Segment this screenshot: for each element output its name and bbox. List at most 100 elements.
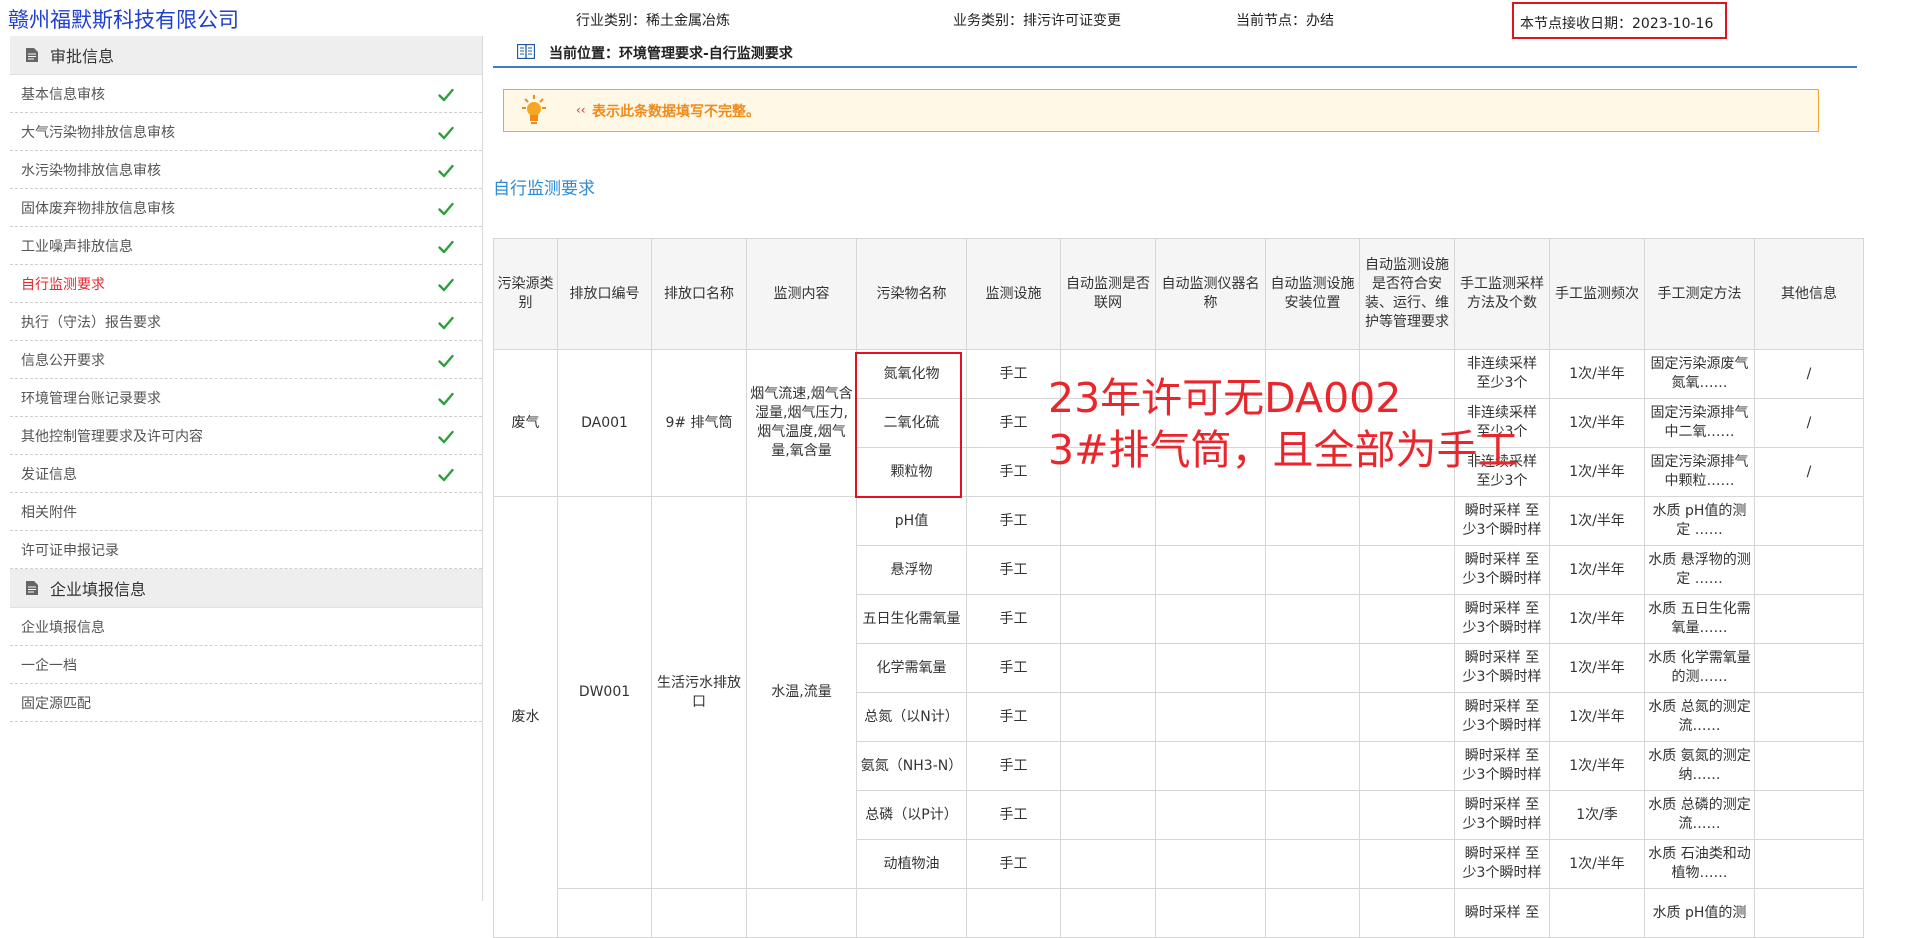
sidebar-item[interactable]: 信息公开要求: [10, 341, 482, 379]
breadcrumb: 当前位置：环境管理要求-自行监测要求: [493, 36, 1857, 68]
cell-online: [1060, 692, 1156, 742]
column-header: 手工测定方法: [1644, 238, 1755, 350]
cell-other: [1754, 839, 1864, 889]
sidebar-item-label: 执行（守法）报告要求: [21, 314, 161, 331]
cell-compliant: [1359, 790, 1455, 840]
sidebar-item[interactable]: 环境管理台账记录要求: [10, 379, 482, 417]
check-icon: [438, 277, 454, 292]
sidebar-item-label: 环境管理台账记录要求: [21, 390, 161, 407]
column-header: 监测内容: [746, 238, 857, 350]
cell-instrument: [1155, 545, 1266, 595]
cell-instrument: [1155, 790, 1266, 840]
sidebar-item[interactable]: 许可证申报记录: [10, 531, 482, 569]
cell-instrument: [1155, 496, 1266, 546]
sidebar-item-label: 工业噪声排放信息: [21, 238, 133, 255]
sidebar-item-label: 自行监测要求: [21, 276, 105, 293]
cell-measure: 水质 氨氮的测定 纳……: [1644, 741, 1755, 791]
sidebar-item[interactable]: 相关附件: [10, 493, 482, 531]
cell-method: 瞬时采样 至少3个瞬时样: [1454, 839, 1550, 889]
cell-other: [1754, 545, 1864, 595]
cell-online: [1060, 790, 1156, 840]
check-icon: [438, 429, 454, 444]
cell-instrument: [1155, 839, 1266, 889]
cell-pollutant: 总磷（以P计）: [856, 790, 967, 840]
cell-freq: [1549, 888, 1645, 938]
monitoring-content-cell: [746, 888, 857, 938]
annotation-line: 3#排气筒，且全部为手工: [1048, 426, 1519, 474]
cell-compliant: [1359, 594, 1455, 644]
outlet-number-cell: DW001: [557, 496, 652, 889]
cell-online: [1060, 888, 1156, 938]
cell-method: 瞬时采样 至少3个瞬时样: [1454, 643, 1550, 693]
main-content: 当前位置：环境管理要求-自行监测要求 ‹‹ 表示此条数据填写不完整。 自行监测要…: [493, 36, 1905, 938]
cell-compliant: [1359, 839, 1455, 889]
cell-facility: 手工: [966, 496, 1061, 546]
sidebar-section-enterprise[interactable]: 企业填报信息: [10, 569, 482, 608]
cell-freq: 1次/半年: [1549, 594, 1645, 644]
sidebar-item[interactable]: 固体废弃物排放信息审核: [10, 189, 482, 227]
sidebar: 审批信息 基本信息审核 大气污染物排放信息审核 水污染物排放信息审核 固体废弃物排放信…: [10, 36, 483, 901]
sidebar-item[interactable]: 其他控制管理要求及许可内容: [10, 417, 482, 455]
cell-online: [1060, 643, 1156, 693]
sidebar-item[interactable]: 工业噪声排放信息: [10, 227, 482, 265]
cell-measure: 水质 pH值的测定 ……: [1644, 496, 1755, 546]
enterprise-section-title: 企业填报信息: [50, 580, 147, 599]
sidebar-item[interactable]: 企业填报信息: [10, 608, 482, 646]
column-header: 污染物名称: [856, 238, 967, 350]
cell-compliant: [1359, 643, 1455, 693]
receive-date: 本节点接收日期：2023-10-16: [1520, 16, 1714, 32]
sidebar-item[interactable]: 执行（守法）报告要求: [10, 303, 482, 341]
sidebar-item[interactable]: 水污染物排放信息审核: [10, 151, 482, 189]
check-icon: [438, 353, 454, 368]
annotation-line: 23年许可无DA002: [1048, 374, 1402, 422]
company-name: 赣州福默斯科技有限公司: [8, 8, 239, 32]
check-icon: [438, 391, 454, 406]
cell-online: [1060, 496, 1156, 546]
industry-category: 行业类别：稀土金属冶炼: [576, 13, 730, 29]
check-icon: [438, 315, 454, 330]
cell-method: 瞬时采样 至少3个瞬时样: [1454, 741, 1550, 791]
cell-measure: 固定污染源排气中颗粒……: [1644, 447, 1755, 497]
enterprise-nav-list: 企业填报信息 一企一档固定源匹配: [10, 608, 482, 722]
notice-text: 表示此条数据填写不完整。: [592, 104, 760, 120]
cell-measure: 水质 化学需氧量的测……: [1644, 643, 1755, 693]
monitoring-content-cell: 烟气流速,烟气含湿量,烟气压力,烟气温度,烟气量,氧含量: [746, 349, 857, 497]
monitoring-content-cell: 水温,流量: [746, 496, 857, 889]
cell-instrument: [1155, 643, 1266, 693]
cell-compliant: [1359, 496, 1455, 546]
sidebar-item[interactable]: 基本信息审核: [10, 75, 482, 113]
column-header: 手工监测频次: [1549, 238, 1645, 350]
cell-measure: 水质 石油类和动植物……: [1644, 839, 1755, 889]
outlet-name-cell: [651, 888, 747, 938]
cell-other: [1754, 496, 1864, 546]
sidebar-item[interactable]: 发证信息: [10, 455, 482, 493]
cell-freq: 1次/季: [1549, 790, 1645, 840]
sidebar-item[interactable]: 固定源匹配: [10, 684, 482, 722]
pollutant-highlight-box: [855, 352, 962, 498]
sidebar-item-label: 固定源匹配: [21, 695, 91, 712]
cell-measure: 水质 总磷的测定 流……: [1644, 790, 1755, 840]
current-node: 当前节点：办结: [1236, 13, 1334, 29]
cell-location: [1265, 545, 1360, 595]
sidebar-section-approval[interactable]: 审批信息: [10, 36, 482, 75]
sidebar-item-label: 发证信息: [21, 466, 77, 483]
cell-method: 瞬时采样 至少3个瞬时样: [1454, 545, 1550, 595]
cell-method: 瞬时采样 至少3个瞬时样: [1454, 790, 1550, 840]
outlet-name-cell: 生活污水排放口: [651, 496, 747, 889]
outlet-name-cell: 9# 排气筒: [651, 349, 747, 497]
cell-facility: 手工: [966, 643, 1061, 693]
sidebar-item-label: 信息公开要求: [21, 352, 105, 369]
cell-measure: 水质 pH值的测: [1644, 888, 1755, 938]
cell-measure: 固定污染源废气 氮氧……: [1644, 349, 1755, 399]
cell-online: [1060, 545, 1156, 595]
cell-other: [1754, 888, 1864, 938]
cell-location: [1265, 594, 1360, 644]
sidebar-item[interactable]: 一企一档: [10, 646, 482, 684]
cell-measure: 水质 五日生化需氧量……: [1644, 594, 1755, 644]
sidebar-item-label: 相关附件: [21, 504, 77, 521]
cell-facility: 手工: [966, 545, 1061, 595]
sidebar-item[interactable]: 大气污染物排放信息审核: [10, 113, 482, 151]
approval-nav-list: 基本信息审核 大气污染物排放信息审核 水污染物排放信息审核 固体废弃物排放信息审核工业…: [10, 75, 482, 569]
sidebar-item[interactable]: 自行监测要求: [10, 265, 482, 303]
cell-location: [1265, 643, 1360, 693]
